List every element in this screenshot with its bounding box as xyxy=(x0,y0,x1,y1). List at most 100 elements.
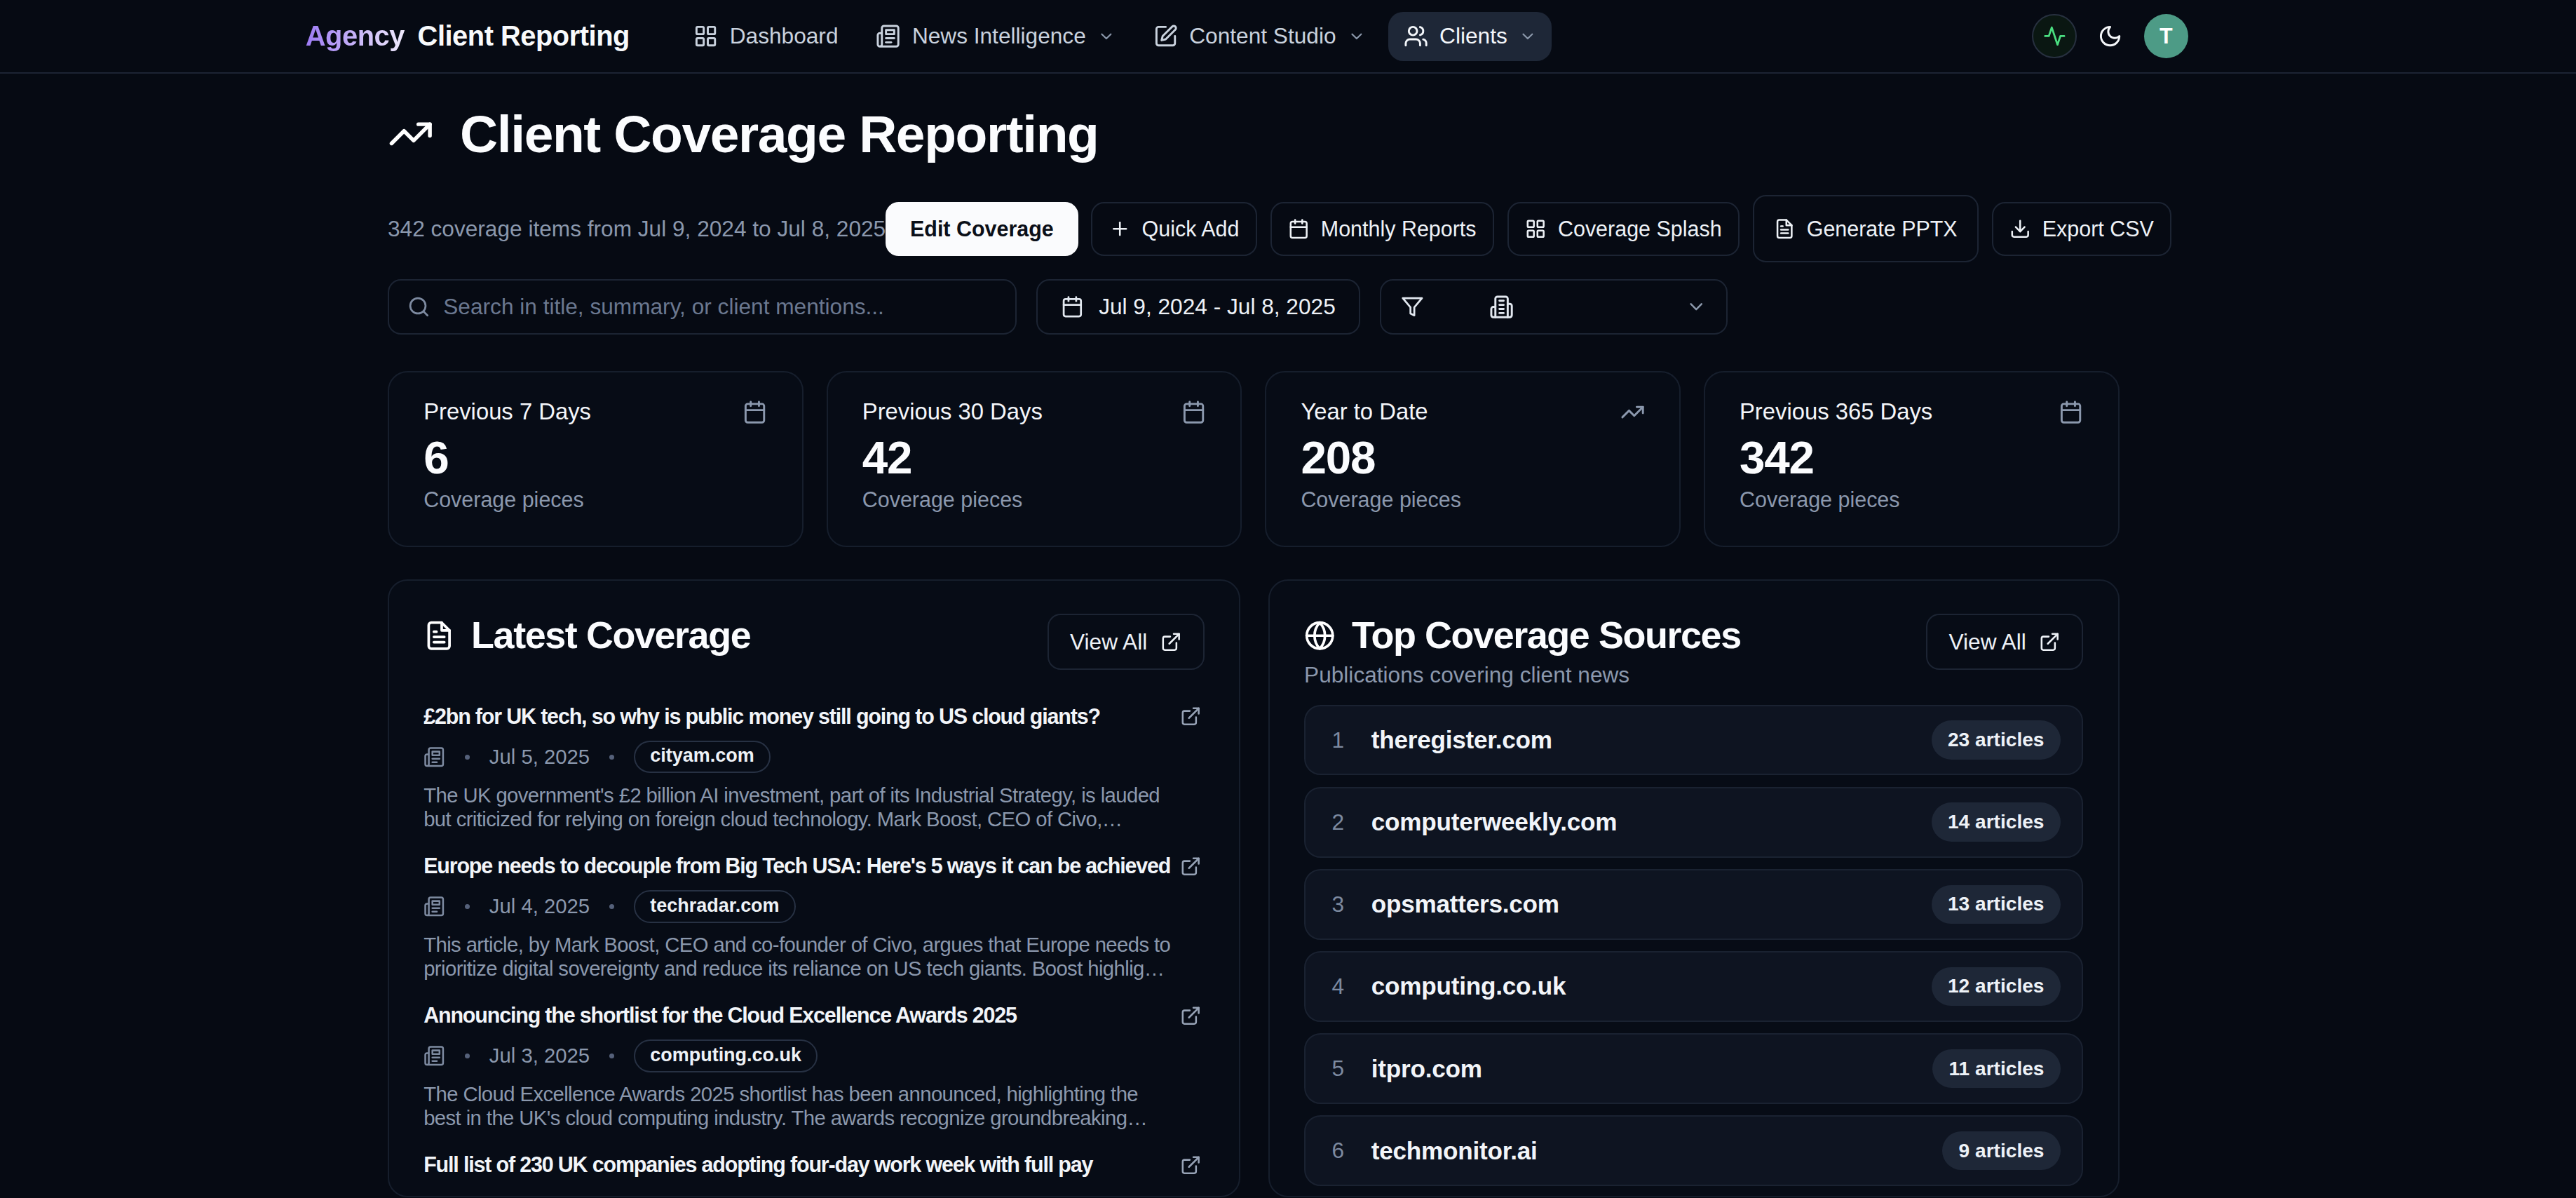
newspaper-icon xyxy=(423,1045,445,1066)
source-rank: 6 xyxy=(1332,1138,1355,1164)
article-count-badge: 9 articles xyxy=(1942,1131,2061,1170)
calendar-icon xyxy=(2059,400,2083,424)
nav-item-content-studio[interactable]: Content Studio xyxy=(1139,12,1381,61)
source-row[interactable]: 5 itpro.com 11 articles xyxy=(1304,1033,2083,1104)
article-item[interactable]: Europe needs to decouple from Big Tech U… xyxy=(423,852,1205,981)
toolbar-buttons: Edit Coverage Quick Add Monthly Reports … xyxy=(886,195,2171,262)
grid-icon xyxy=(1525,218,1546,239)
external-link-icon xyxy=(1160,631,1181,652)
stats-row: Previous 7 Days 6 Coverage pieces Previo… xyxy=(388,371,2120,547)
source-list: 1 theregister.com 23 articles 2 computer… xyxy=(1304,705,2083,1186)
stat-label: Previous 7 Days xyxy=(423,398,591,425)
button-label: Generate PPTX xyxy=(1807,217,1958,241)
globe-icon xyxy=(1304,620,1336,652)
source-row[interactable]: 2 computerweekly.com 14 articles xyxy=(1304,787,2083,858)
quick-add-button[interactable]: Quick Add xyxy=(1091,202,1257,256)
source-domain: computing.co.uk xyxy=(1371,972,1566,1000)
brand-product: Client Reporting xyxy=(418,20,630,52)
article-source-badge: cityam.com xyxy=(634,741,770,774)
stat-sub: Coverage pieces xyxy=(423,487,767,512)
stat-value: 42 xyxy=(862,435,1206,481)
button-label: Edit Coverage xyxy=(910,217,1054,241)
source-row[interactable]: 3 opsmatters.com 13 articles xyxy=(1304,869,2083,940)
activity-icon xyxy=(2043,25,2066,48)
nav-item-dashboard[interactable]: Dashboard xyxy=(679,12,853,61)
pen-square-icon xyxy=(1153,24,1178,48)
content-panels: Latest Coverage View All £2bn for UK tec… xyxy=(388,579,2120,1197)
nav-item-news-intelligence[interactable]: News Intelligence xyxy=(861,12,1130,61)
article-item[interactable]: £2bn for UK tech, so why is public money… xyxy=(423,703,1205,831)
stat-value: 208 xyxy=(1301,435,1644,481)
stat-sub: Coverage pieces xyxy=(1301,487,1644,512)
article-title[interactable]: Full list of 230 UK companies adopting f… xyxy=(423,1151,1172,1179)
nav-item-label: Clients xyxy=(1439,23,1507,49)
date-range-label: Jul 9, 2024 - Jul 8, 2025 xyxy=(1099,294,1336,320)
dashboard-icon xyxy=(693,24,718,48)
article-title[interactable]: Europe needs to decouple from Big Tech U… xyxy=(423,852,1172,880)
external-link-icon[interactable] xyxy=(1180,706,1201,727)
external-link-icon[interactable] xyxy=(1180,1005,1201,1026)
newspaper-icon xyxy=(423,896,445,917)
filter-funnel-icon xyxy=(1401,295,1424,318)
nav-item-label: News Intelligence xyxy=(912,23,1086,49)
stat-card-previous-365-days: Previous 365 Days 342 Coverage pieces xyxy=(1704,371,2120,547)
stat-card-previous-30-days: Previous 30 Days 42 Coverage pieces xyxy=(827,371,1242,547)
users-icon xyxy=(1404,24,1428,48)
generate-pptx-button[interactable]: Generate PPTX xyxy=(1753,195,1979,262)
search-input[interactable] xyxy=(443,294,997,320)
avatar[interactable]: T xyxy=(2144,14,2188,58)
coverage-splash-button[interactable]: Coverage Splash xyxy=(1507,202,1740,256)
monthly-reports-button[interactable]: Monthly Reports xyxy=(1270,202,1494,256)
article-count-badge: 13 articles xyxy=(1932,885,2061,924)
source-row[interactable]: 1 theregister.com 23 articles xyxy=(1304,705,2083,776)
client-filter-select[interactable] xyxy=(1380,279,1728,335)
building-icon xyxy=(1489,295,1514,319)
calendar-icon xyxy=(1288,218,1309,239)
source-rank: 2 xyxy=(1332,809,1355,835)
chevron-down-icon xyxy=(1686,296,1707,317)
brand-name: Agency xyxy=(306,20,405,52)
source-row[interactable]: 4 computing.co.uk 12 articles xyxy=(1304,951,2083,1022)
article-date: Jul 3, 2025 xyxy=(489,1044,590,1068)
article-count-badge: 23 articles xyxy=(1932,720,2061,759)
button-label: Coverage Splash xyxy=(1558,217,1722,241)
newspaper-icon xyxy=(876,24,900,48)
article-item[interactable]: Announcing the shortlist for the Cloud E… xyxy=(423,1002,1205,1130)
coverage-summary-text: 342 coverage items from Jul 9, 2024 to J… xyxy=(388,216,886,242)
source-domain: itpro.com xyxy=(1371,1055,1482,1083)
latest-coverage-view-all-button[interactable]: View All xyxy=(1048,614,1205,670)
article-item[interactable]: Full list of 230 UK companies adopting f… xyxy=(423,1151,1205,1179)
stat-card-previous-7-days: Previous 7 Days 6 Coverage pieces xyxy=(388,371,804,547)
button-label: Monthly Reports xyxy=(1321,217,1477,241)
external-link-icon[interactable] xyxy=(1180,1155,1201,1176)
date-range-button[interactable]: Jul 9, 2024 - Jul 8, 2025 xyxy=(1036,279,1360,335)
button-label: Export CSV xyxy=(2042,217,2154,241)
chevron-down-icon xyxy=(1519,27,1537,46)
status-activity-button[interactable] xyxy=(2032,14,2076,58)
article-source-badge: computing.co.uk xyxy=(634,1039,818,1072)
source-rank: 5 xyxy=(1332,1056,1355,1082)
chevron-down-icon xyxy=(1348,27,1366,46)
newspaper-icon xyxy=(423,746,445,767)
edit-coverage-button[interactable]: Edit Coverage xyxy=(886,202,1078,256)
nav-item-label: Dashboard xyxy=(730,23,839,49)
stat-sub: Coverage pieces xyxy=(1740,487,2083,512)
brand-logo[interactable]: Agency Client Reporting xyxy=(306,20,630,52)
theme-toggle-moon-icon[interactable] xyxy=(2098,24,2122,48)
top-sources-view-all-button[interactable]: View All xyxy=(1926,614,2083,670)
article-summary: This article, by Mark Boost, CEO and co-… xyxy=(423,933,1172,981)
source-row[interactable]: 6 techmonitor.ai 9 articles xyxy=(1304,1115,2083,1186)
article-title[interactable]: £2bn for UK tech, so why is public money… xyxy=(423,703,1172,731)
stat-label: Previous 30 Days xyxy=(862,398,1043,425)
article-source-badge: techradar.com xyxy=(634,890,795,923)
article-title[interactable]: Announcing the shortlist for the Cloud E… xyxy=(423,1002,1172,1030)
export-csv-button[interactable]: Export CSV xyxy=(1992,202,2172,256)
button-label: Quick Add xyxy=(1142,217,1240,241)
source-domain: theregister.com xyxy=(1371,726,1552,754)
external-link-icon xyxy=(2039,631,2060,652)
calendar-icon xyxy=(743,400,767,424)
search-box xyxy=(388,279,1017,335)
nav-item-clients[interactable]: Clients xyxy=(1388,12,1552,61)
external-link-icon[interactable] xyxy=(1180,856,1201,877)
article-count-badge: 14 articles xyxy=(1932,802,2061,841)
